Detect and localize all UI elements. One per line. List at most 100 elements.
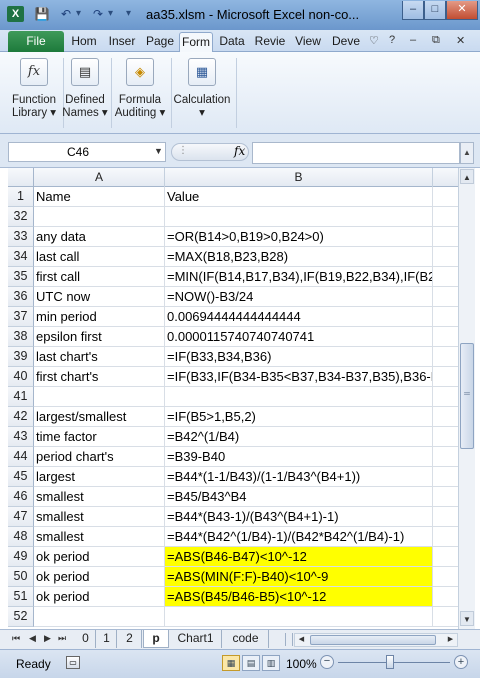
insert-function-icon[interactable]: fx bbox=[234, 144, 245, 158]
row-header[interactable]: 38 bbox=[8, 327, 34, 347]
cell-c[interactable] bbox=[433, 407, 458, 427]
calculation-group[interactable]: ▦ Calculation ▾ bbox=[172, 56, 232, 130]
cell-c[interactable] bbox=[433, 447, 458, 467]
cell-b[interactable]: =B44*(1-1/B43)/(1-1/B43^(B4+1)) bbox=[165, 467, 433, 487]
sheet-tab-0[interactable]: 0 bbox=[76, 630, 96, 648]
tab-review[interactable]: Revie bbox=[252, 32, 288, 52]
vertical-scrollbar[interactable]: ▲ ═ ▼ bbox=[458, 168, 475, 629]
cell-c[interactable] bbox=[433, 607, 458, 627]
cell-b[interactable]: =IF(B33,B34,B36) bbox=[165, 347, 433, 367]
cell-b[interactable]: =ABS(MIN(F:F)-B40)<10^-9 bbox=[165, 567, 433, 587]
cell-b[interactable]: =B42^(1/B4) bbox=[165, 427, 433, 447]
customize-qat-icon[interactable]: ▾ bbox=[126, 8, 131, 19]
excel-app-icon[interactable]: X bbox=[7, 6, 24, 22]
row-header[interactable]: 40 bbox=[8, 367, 34, 387]
cell-b[interactable]: 0.00694444444444444 bbox=[165, 307, 433, 327]
undo-dropdown-icon[interactable]: ▾ bbox=[76, 8, 81, 19]
cell-b[interactable]: =IF(B5>1,B5,2) bbox=[165, 407, 433, 427]
cell-a[interactable]: first call bbox=[34, 267, 165, 287]
cell-a[interactable] bbox=[34, 207, 165, 227]
tab-formulas[interactable]: Form bbox=[179, 32, 213, 52]
normal-view-button[interactable]: ▦ bbox=[222, 655, 240, 671]
row-header[interactable]: 34 bbox=[8, 247, 34, 267]
formula-input[interactable] bbox=[252, 142, 460, 164]
redo-dropdown-icon[interactable]: ▾ bbox=[108, 8, 113, 19]
defined-names-group[interactable]: ▤ Defined Names ▾ bbox=[62, 56, 108, 130]
cell-c[interactable] bbox=[433, 187, 458, 207]
cell-a[interactable]: time factor bbox=[34, 427, 165, 447]
row-header[interactable]: 41 bbox=[8, 387, 34, 407]
row-header[interactable]: 42 bbox=[8, 407, 34, 427]
row-header[interactable]: 48 bbox=[8, 527, 34, 547]
row-header[interactable]: 36 bbox=[8, 287, 34, 307]
row-header[interactable]: 37 bbox=[8, 307, 34, 327]
minimize-ribbon-icon[interactable]: ♡ bbox=[369, 34, 379, 47]
cell-c[interactable] bbox=[433, 307, 458, 327]
tab-home[interactable]: Hom bbox=[66, 32, 102, 52]
row-header[interactable]: 44 bbox=[8, 447, 34, 467]
cell-c[interactable] bbox=[433, 467, 458, 487]
expand-formula-bar-icon[interactable]: ▲ bbox=[460, 142, 474, 164]
cell-a[interactable]: period chart's bbox=[34, 447, 165, 467]
cell-c[interactable] bbox=[433, 247, 458, 267]
zoom-slider-thumb[interactable] bbox=[386, 655, 394, 669]
row-header[interactable]: 45 bbox=[8, 467, 34, 487]
select-all-button[interactable] bbox=[8, 168, 34, 187]
cell-b[interactable]: Value bbox=[165, 187, 433, 207]
cell-a[interactable] bbox=[34, 607, 165, 627]
cell-a[interactable]: smallest bbox=[34, 507, 165, 527]
row-header[interactable]: 51 bbox=[8, 587, 34, 607]
zoom-slider-track[interactable] bbox=[338, 662, 450, 663]
workbook-close-icon[interactable]: ✕ bbox=[456, 34, 465, 47]
cell-a[interactable]: last chart's bbox=[34, 347, 165, 367]
row-header[interactable]: 50 bbox=[8, 567, 34, 587]
cell-b[interactable]: =B44*(B42^(1/B4)-1)/(B42*B42^(1/B4)-1) bbox=[165, 527, 433, 547]
row-header[interactable]: 52 bbox=[8, 607, 34, 627]
row-header[interactable]: 46 bbox=[8, 487, 34, 507]
scroll-up-arrow-icon[interactable]: ▲ bbox=[460, 169, 474, 184]
cell-a[interactable]: Name bbox=[34, 187, 165, 207]
scroll-left-arrow-icon[interactable]: ◀ bbox=[295, 634, 308, 646]
cell-b[interactable]: =B44*(B43-1)/(B43^(B4+1)-1) bbox=[165, 507, 433, 527]
cell-c[interactable] bbox=[433, 587, 458, 607]
horizontal-scroll-thumb[interactable] bbox=[310, 635, 436, 645]
column-header-a[interactable]: A bbox=[34, 168, 165, 187]
tab-view[interactable]: View bbox=[290, 32, 326, 52]
tab-split-handle[interactable] bbox=[285, 633, 293, 646]
row-header[interactable]: 39 bbox=[8, 347, 34, 367]
zoom-in-button[interactable]: + bbox=[454, 655, 468, 669]
workbook-minimize-icon[interactable]: – bbox=[410, 34, 416, 46]
cell-a[interactable]: ok period bbox=[34, 547, 165, 567]
cell-b[interactable] bbox=[165, 207, 433, 227]
page-break-view-button[interactable]: ▥ bbox=[262, 655, 280, 671]
sheet-tab-code[interactable]: code bbox=[223, 630, 269, 648]
cell-c[interactable] bbox=[433, 487, 458, 507]
sheet-tab-chart1[interactable]: Chart1 bbox=[170, 630, 222, 648]
cell-a[interactable]: largest/smallest bbox=[34, 407, 165, 427]
cell-c[interactable] bbox=[433, 267, 458, 287]
cell-a[interactable]: min period bbox=[34, 307, 165, 327]
cell-b[interactable]: =MIN(IF(B14,B17,B34),IF(B19,B22,B34),IF(… bbox=[165, 267, 433, 287]
redo-icon[interactable]: ↷ bbox=[90, 6, 106, 22]
maximize-button[interactable]: □ bbox=[424, 1, 446, 20]
cell-c[interactable] bbox=[433, 567, 458, 587]
tab-data[interactable]: Data bbox=[214, 32, 250, 52]
cell-c[interactable] bbox=[433, 527, 458, 547]
workbook-restore-icon[interactable]: ⧉ bbox=[432, 34, 440, 47]
cell-a[interactable]: smallest bbox=[34, 527, 165, 547]
undo-icon[interactable]: ↶ bbox=[58, 6, 74, 22]
cell-b[interactable] bbox=[165, 387, 433, 407]
row-header[interactable]: 35 bbox=[8, 267, 34, 287]
cell-a[interactable]: any data bbox=[34, 227, 165, 247]
page-layout-view-button[interactable]: ▤ bbox=[242, 655, 260, 671]
horizontal-scrollbar[interactable]: ◀ ▶ bbox=[294, 633, 458, 647]
tab-file[interactable]: File bbox=[8, 31, 64, 52]
formula-auditing-group[interactable]: ◈ Formula Auditing ▾ bbox=[112, 56, 168, 130]
row-header[interactable]: 33 bbox=[8, 227, 34, 247]
zoom-level[interactable]: 100% bbox=[286, 657, 317, 671]
cell-b[interactable]: =MAX(B18,B23,B28) bbox=[165, 247, 433, 267]
close-button[interactable]: ✕ bbox=[446, 1, 478, 20]
name-box[interactable]: C46 bbox=[8, 142, 166, 162]
cell-c[interactable] bbox=[433, 347, 458, 367]
cell-a[interactable]: largest bbox=[34, 467, 165, 487]
